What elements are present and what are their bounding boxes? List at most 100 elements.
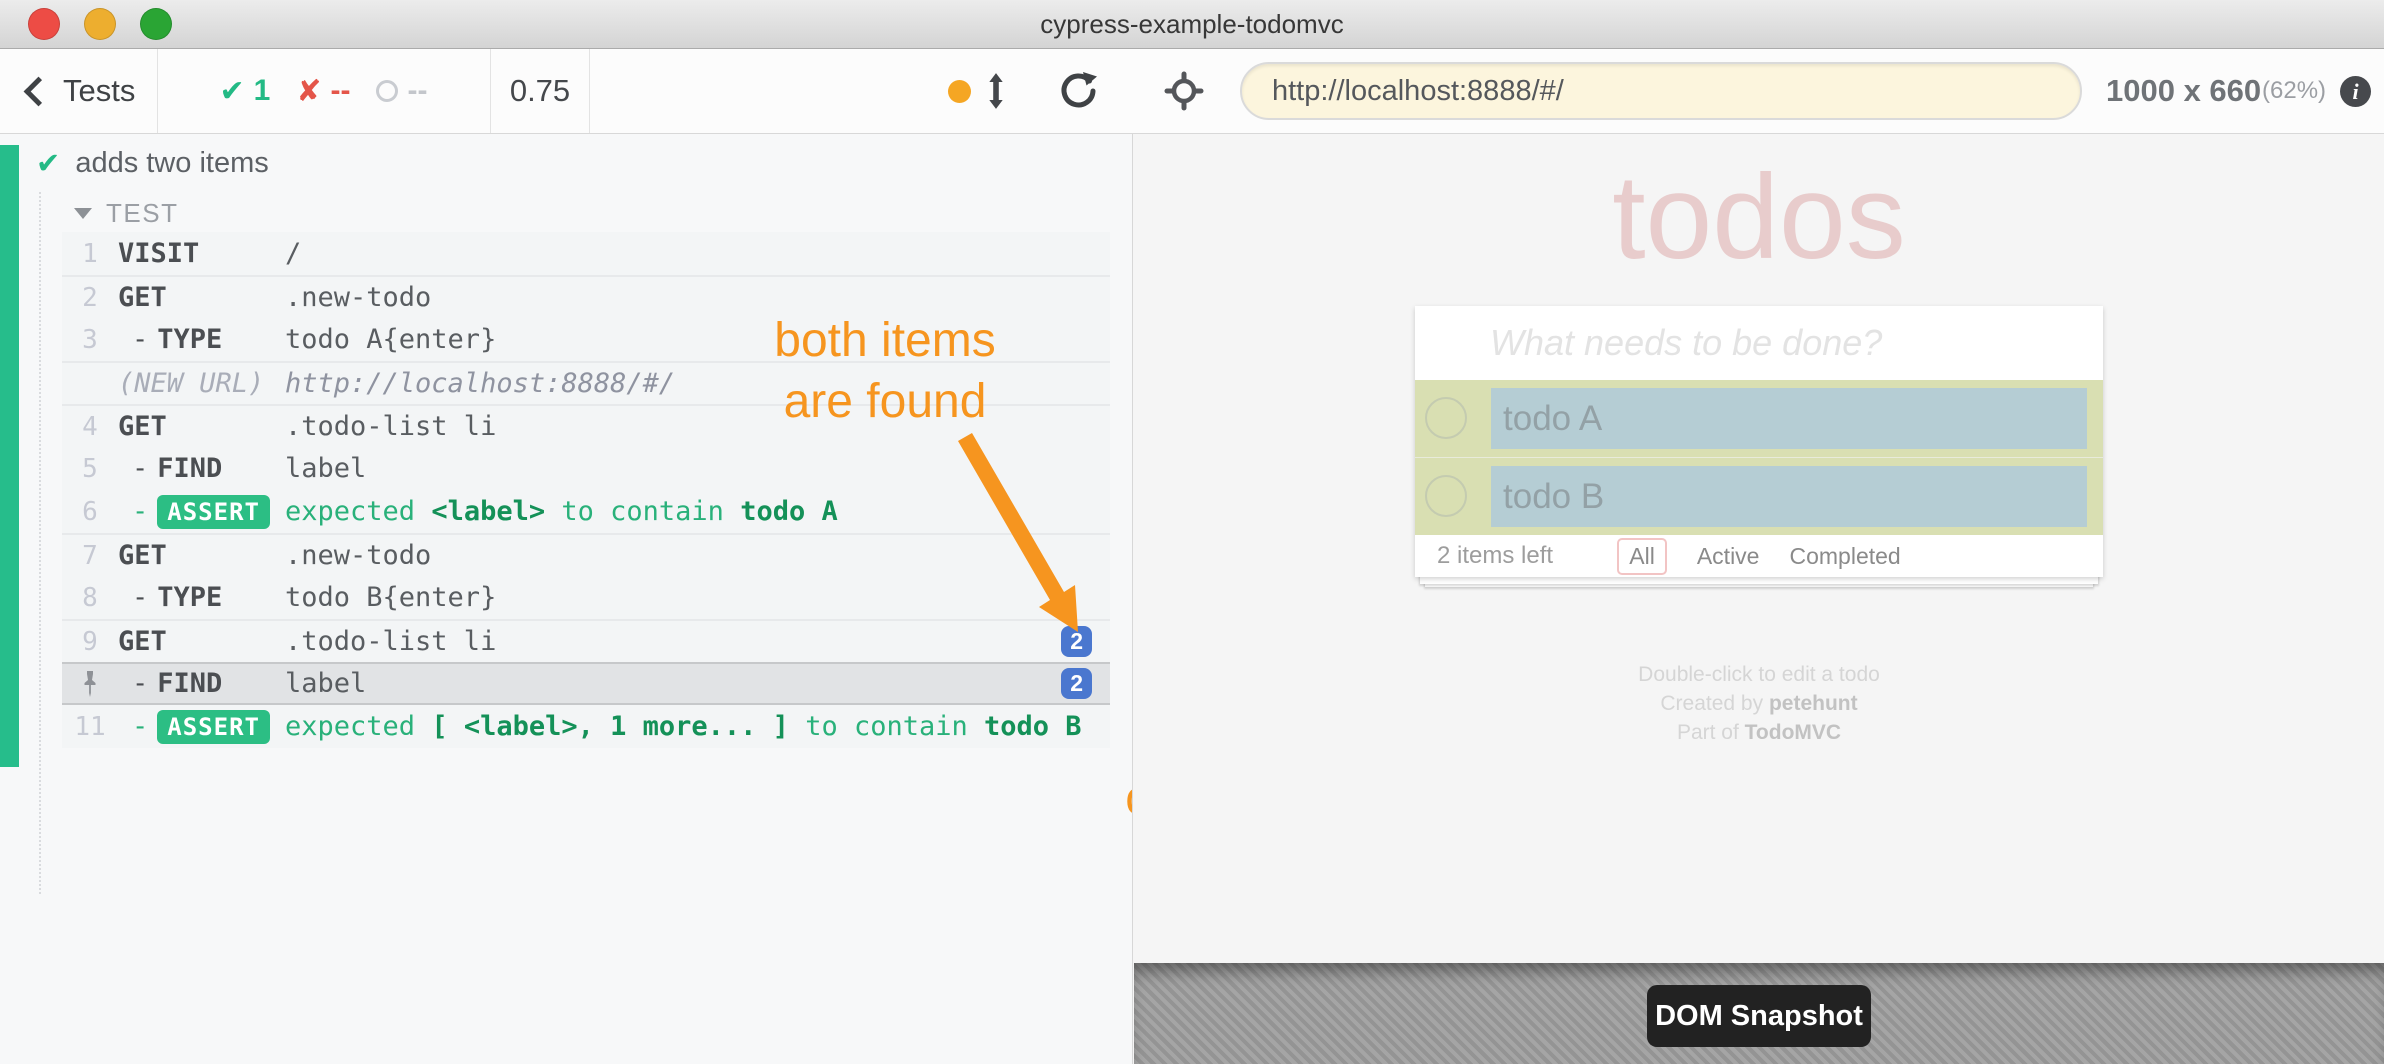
child-command-dash: - (132, 453, 148, 484)
section-label: TEST (106, 198, 178, 229)
command-name: (NEW URL) (118, 368, 264, 399)
command-line-number: 6 (62, 497, 118, 527)
cypress-runner-window: cypress-example-todomvc Tests ✔ 1 ✘ -- -… (0, 0, 2384, 1064)
check-icon: ✔ (220, 74, 245, 109)
back-to-tests-button[interactable]: Tests (28, 49, 135, 133)
command-method: GET (118, 626, 285, 657)
pending-circle-icon (376, 80, 398, 102)
command-line-number: 4 (62, 412, 118, 442)
window-title: cypress-example-todomvc (0, 0, 2384, 48)
filter-active[interactable]: Active (1697, 543, 1760, 570)
viewport-info-icon[interactable]: i (2340, 76, 2371, 107)
command-row[interactable]: 1VISIT / (62, 232, 1110, 275)
command-count-badge: 2 (1061, 668, 1092, 699)
command-line-number: 9 (62, 627, 118, 657)
test-section-toggle[interactable]: TEST (74, 198, 178, 229)
command-method: -FIND (118, 668, 285, 699)
command-method: GET (118, 540, 285, 571)
command-name: GET (118, 540, 167, 571)
command-method: (NEW URL) (118, 368, 285, 399)
pending-stat: -- (376, 74, 427, 108)
todo-footer: All Active Completed 2 items left (1415, 535, 2103, 577)
new-todo-input[interactable]: What needs to be done? (1415, 306, 2103, 380)
command-name: GET (118, 282, 167, 313)
todo-app-card: What needs to be done? todo Atodo B AllA… (1415, 306, 2103, 577)
command-line-number: 5 (62, 454, 118, 484)
pin-icon-cell (62, 669, 118, 699)
app-info-line: Created by petehunt (1415, 689, 2103, 718)
command-line-number: 11 (62, 712, 118, 742)
reporter-panel: ✔ adds two items TEST 1VISIT/2GET.new-to… (0, 134, 1132, 1064)
child-command-dash: - (132, 496, 148, 527)
child-command-dash: - (132, 324, 148, 355)
viewport-zoom: (62%) (2262, 49, 2326, 133)
todo-count: 2 items left (1437, 535, 1553, 577)
command-row[interactable]: 11-ASSERTexpected [ <label>, 1 more... ]… (62, 705, 1110, 748)
command-message: .todo-list li (285, 626, 1061, 657)
filter-all[interactable]: All (1617, 538, 1667, 575)
child-command-dash: - (132, 582, 148, 613)
filter-completed[interactable]: Completed (1789, 543, 1900, 570)
todo-toggle-circle[interactable] (1425, 397, 1467, 439)
command-message: label (285, 668, 1061, 699)
command-row[interactable]: 6-ASSERTexpected <label> to contain todo… (62, 490, 1110, 533)
up-down-arrow-icon (987, 72, 1005, 110)
command-row[interactable]: 5-FINDlabel (62, 447, 1110, 490)
todo-label[interactable]: todo A (1491, 388, 2087, 449)
test-header[interactable]: ✔ adds two items (36, 146, 269, 181)
command-count-badge: 2 (1061, 626, 1092, 657)
command-method: -FIND (118, 453, 285, 484)
chevron-down-icon (74, 208, 92, 219)
todo-list: todo A todo B (1415, 380, 2103, 535)
test-title: adds two items (75, 147, 268, 180)
command-row[interactable]: -FINDlabel2 (62, 662, 1110, 705)
failed-count: -- (331, 74, 351, 108)
todo-toggle-circle[interactable] (1425, 475, 1467, 517)
command-row[interactable]: 9GET.todo-list li2 (62, 619, 1110, 662)
back-label: Tests (63, 73, 135, 109)
x-icon: ✘ (296, 74, 321, 109)
assert-badge: ASSERT (157, 495, 270, 529)
command-method: VISIT (118, 238, 285, 269)
child-command-dash: - (132, 668, 148, 699)
app-info-line: Double-click to edit a todo (1415, 660, 2103, 689)
viewport-size: 1000 x 660 (2106, 49, 2261, 133)
command-name: TYPE (157, 582, 222, 613)
child-command-dash: - (132, 711, 148, 742)
toolbar-divider (589, 49, 590, 133)
chevron-left-icon (24, 76, 54, 106)
auto-scroll-toggle[interactable] (948, 49, 1005, 133)
selector-playground-icon[interactable] (1164, 71, 1204, 111)
test-stats: ✔ 1 ✘ -- -- (157, 49, 490, 133)
titlebar: cypress-example-todomvc (0, 0, 2384, 49)
command-method: GET (118, 282, 285, 313)
command-name: VISIT (118, 238, 199, 269)
command-row[interactable]: 7GET.new-todo (62, 533, 1110, 576)
command-method: -TYPE (118, 582, 285, 613)
toolbar: Tests ✔ 1 ✘ -- -- 0.75 (0, 49, 2384, 134)
failed-stat: ✘ -- (296, 74, 350, 109)
annotation-line: are found (735, 371, 1035, 432)
command-message: / (285, 238, 1110, 269)
command-message: expected [ <label>, 1 more... ] to conta… (285, 711, 1110, 742)
command-line-number: 2 (62, 283, 118, 313)
command-row[interactable]: 8-TYPEtodo B{enter} (62, 576, 1110, 619)
annotation-line: both items (735, 310, 1035, 371)
todo-label[interactable]: todo B (1491, 466, 2087, 527)
auto-scroll-dot-icon (948, 80, 971, 103)
todomvc-app-title: todos (1415, 148, 2103, 286)
app-info-text: Double-click to edit a todoCreated by pe… (1415, 660, 2103, 747)
command-method: -ASSERT (118, 710, 285, 744)
command-line-number: 8 (62, 583, 118, 613)
command-line-number: 1 (62, 239, 118, 269)
todo-item: todo B (1415, 457, 2103, 535)
passed-stat: ✔ 1 (220, 74, 271, 109)
command-line-number: 7 (62, 541, 118, 571)
test-duration: 0.75 (491, 49, 589, 133)
command-method: GET (118, 411, 285, 442)
url-input[interactable]: http://localhost:8888/#/ (1240, 62, 2082, 120)
assert-badge: ASSERT (157, 710, 270, 744)
snapshot-region: DOM Snapshot (1134, 963, 2384, 1064)
refresh-icon[interactable] (1058, 71, 1098, 111)
command-name: FIND (157, 668, 222, 699)
